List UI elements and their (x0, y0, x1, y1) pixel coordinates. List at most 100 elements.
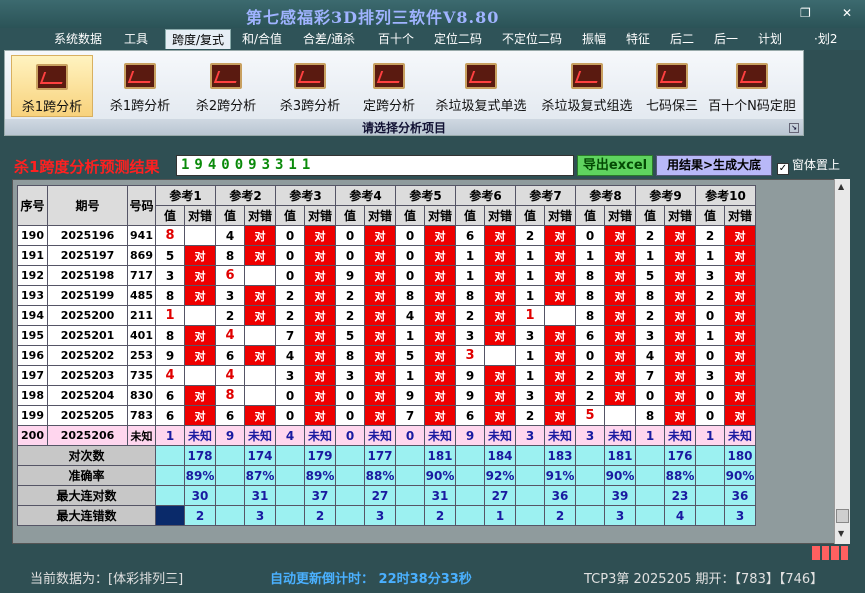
cell-value: 0 (635, 385, 665, 406)
cell-check: 对 (544, 345, 576, 366)
cell-value: 0 (695, 345, 725, 366)
table-row[interactable]: 197 2025203 735 4 4 3 对 3 对 1 对 9 对 1 对 2 对 7 对 3 对 (17, 365, 756, 386)
stat-pad (395, 445, 425, 466)
stat-pad (575, 505, 605, 526)
col-value: 值 (395, 205, 425, 226)
table-row[interactable]: 192 2025198 717 3 对 6 0 对 9 对 0 对 1 对 1 对 8 对 5 对 3 对 (17, 265, 756, 286)
cell-value: 7 (275, 325, 305, 346)
menu-item-13[interactable]: ·划2 (812, 29, 839, 49)
row-issue: 2025199 (47, 285, 128, 306)
cell-value: 1 (575, 245, 605, 266)
menu-item-11[interactable]: 后一 (712, 29, 740, 49)
menu-item-1[interactable]: 工具 (122, 29, 150, 49)
dialog-launcher-icon[interactable]: ↘ (789, 123, 799, 133)
ribbon-button-1[interactable]: 杀1跨分析 (99, 55, 181, 117)
menu-item-5[interactable]: 百十个 (376, 29, 416, 49)
stat-pad (155, 485, 185, 506)
cell-value: 5 (395, 345, 425, 366)
table-row[interactable]: 198 2025204 830 6 对 8 0 对 0 对 9 对 9 对 3 对 2 对 0 对 0 对 (17, 385, 756, 406)
table-row[interactable]: 195 2025201 401 8 对 4 7 对 5 对 1 对 3 对 3 对 6 对 3 对 1 对 (17, 325, 756, 346)
ribbon-button-3[interactable]: 杀3跨分析 (269, 55, 351, 117)
table-row[interactable]: 193 2025199 485 8 对 3 对 2 对 2 对 8 对 8 对 1 对 8 对 8 对 2 对 (17, 285, 756, 306)
cell-check: 对 (424, 325, 456, 346)
row-code: 717 (127, 265, 156, 286)
col-value: 值 (575, 205, 605, 226)
cell-value: 3 (455, 325, 485, 346)
stat-value: 27 (484, 485, 516, 506)
stat-row: 准确率 89% 87% 89% 88% 90% 92% 91% 90% 88% 90% (17, 465, 756, 486)
cell-value: 5 (155, 245, 185, 266)
stat-pad (275, 505, 305, 526)
pending-row[interactable]: 200 2025206 未知 1 未知 9 未知 4 未知 0 未知 0 未知 9 未知 3 未知 3 未知 1 未知 1… (17, 425, 756, 446)
analysis-table: 序号 期号 号码 参考1 参考2 参考3 参考4 参考5 参考6 参考7 参考8 参考9 参考10 值对错… (17, 185, 756, 526)
table-row[interactable]: 194 2025200 211 1 2 对 2 对 2 对 4 对 2 对 1 8 对 2 对 0 对 (17, 305, 756, 326)
menu-item-9[interactable]: 特征 (624, 29, 652, 49)
stat-value: 183 (544, 445, 576, 466)
scroll-up-icon[interactable]: ▲ (838, 182, 844, 191)
menu-item-6[interactable]: 定位二码 (432, 29, 484, 49)
ribbon-button-0[interactable]: 杀1跨分析 (11, 55, 93, 117)
ribbon-button-6[interactable]: 杀垃圾复式组选 (535, 55, 639, 117)
vertical-scrollbar[interactable]: ▲ ▼ (834, 179, 850, 544)
ribbon-button-8[interactable]: 百十个N码定胆 (705, 55, 799, 117)
stat-value: 181 (424, 445, 456, 466)
row-seq: 200 (17, 425, 48, 446)
menu-item-0[interactable]: 系统数据 (52, 29, 104, 49)
export-excel-button[interactable]: 导出excel (577, 155, 653, 176)
chart-icon (210, 63, 242, 89)
window-topmost-checkbox[interactable]: ✓ 窗体置上 (777, 156, 840, 175)
cell-check: 对 (484, 245, 516, 266)
menu-item-12[interactable]: 计划 (756, 29, 784, 49)
close-button[interactable]: ✕ (842, 6, 852, 20)
ribbon-button-2[interactable]: 杀2跨分析 (185, 55, 267, 117)
ribbon-button-4[interactable]: 定跨分析 (353, 55, 425, 117)
cell-value: 0 (335, 245, 365, 266)
menu-item-3[interactable]: 和/合值 (240, 29, 284, 49)
generate-base-button[interactable]: 用结果>生成大底 (656, 155, 772, 176)
menu-item-4[interactable]: 合差/通杀 (301, 29, 357, 49)
table-row[interactable]: 191 2025197 869 5 对 8 对 0 对 0 对 0 对 1 对 1 对 1 对 1 对 1 对 (17, 245, 756, 266)
restore-button[interactable]: ❐ (800, 6, 811, 20)
scroll-down-icon[interactable]: ▼ (838, 529, 844, 538)
check-icon[interactable]: ✓ (777, 163, 789, 175)
stat-value: 30 (184, 485, 216, 506)
col-seq: 序号 (17, 185, 48, 226)
ribbon-button-5[interactable]: 杀垃圾复式单选 (429, 55, 533, 117)
cell-check: 未知 (304, 425, 336, 446)
prediction-result-field[interactable]: 1940093311 (176, 155, 574, 176)
cell-check (244, 385, 276, 406)
menu-item-8[interactable]: 振幅 (580, 29, 608, 49)
cell-check: 未知 (184, 425, 216, 446)
ribbon-group-text: 请选择分析项目 (361, 121, 446, 135)
table-row[interactable]: 199 2025205 783 6 对 6 对 0 对 0 对 7 对 6 对 2 对 5 8 对 0 对 (17, 405, 756, 426)
ribbon-button-7[interactable]: 七码保三 (641, 55, 703, 117)
row-issue: 2025203 (47, 365, 128, 386)
menu-item-7[interactable]: 不定位二码 (500, 29, 564, 49)
cell-value: 3 (635, 325, 665, 346)
stat-value: 39 (604, 485, 636, 506)
cell-value: 1 (515, 285, 545, 306)
status-indicator (812, 546, 848, 560)
col-value: 值 (275, 205, 305, 226)
col-ref: 参考5 (395, 185, 456, 206)
cell-check: 对 (544, 265, 576, 286)
stat-pad (155, 445, 185, 466)
cell-value: 2 (635, 305, 665, 326)
cell-check: 对 (424, 265, 456, 286)
table-row[interactable]: 190 2025196 941 8 4 对 0 对 0 对 0 对 6 对 2 对 0 对 2 对 2 对 (17, 225, 756, 246)
cell-check: 对 (304, 225, 336, 246)
cell-check: 对 (244, 285, 276, 306)
cell-check: 对 (724, 265, 756, 286)
cell-value: 9 (455, 425, 485, 446)
menu-item-10[interactable]: 后二 (668, 29, 696, 49)
cell-check: 对 (244, 245, 276, 266)
cell-check: 对 (544, 285, 576, 306)
stat-pad (215, 505, 245, 526)
scroll-thumb[interactable] (836, 509, 849, 523)
menu-item-2[interactable]: 跨度/复式 (165, 29, 232, 49)
row-issue: 2025206 (47, 425, 128, 446)
cell-value: 3 (215, 285, 245, 306)
cell-check (244, 325, 276, 346)
table-row[interactable]: 196 2025202 253 9 对 6 对 4 对 8 对 5 对 3 1 对 0 对 4 对 0 对 (17, 345, 756, 366)
cell-value: 1 (395, 325, 425, 346)
